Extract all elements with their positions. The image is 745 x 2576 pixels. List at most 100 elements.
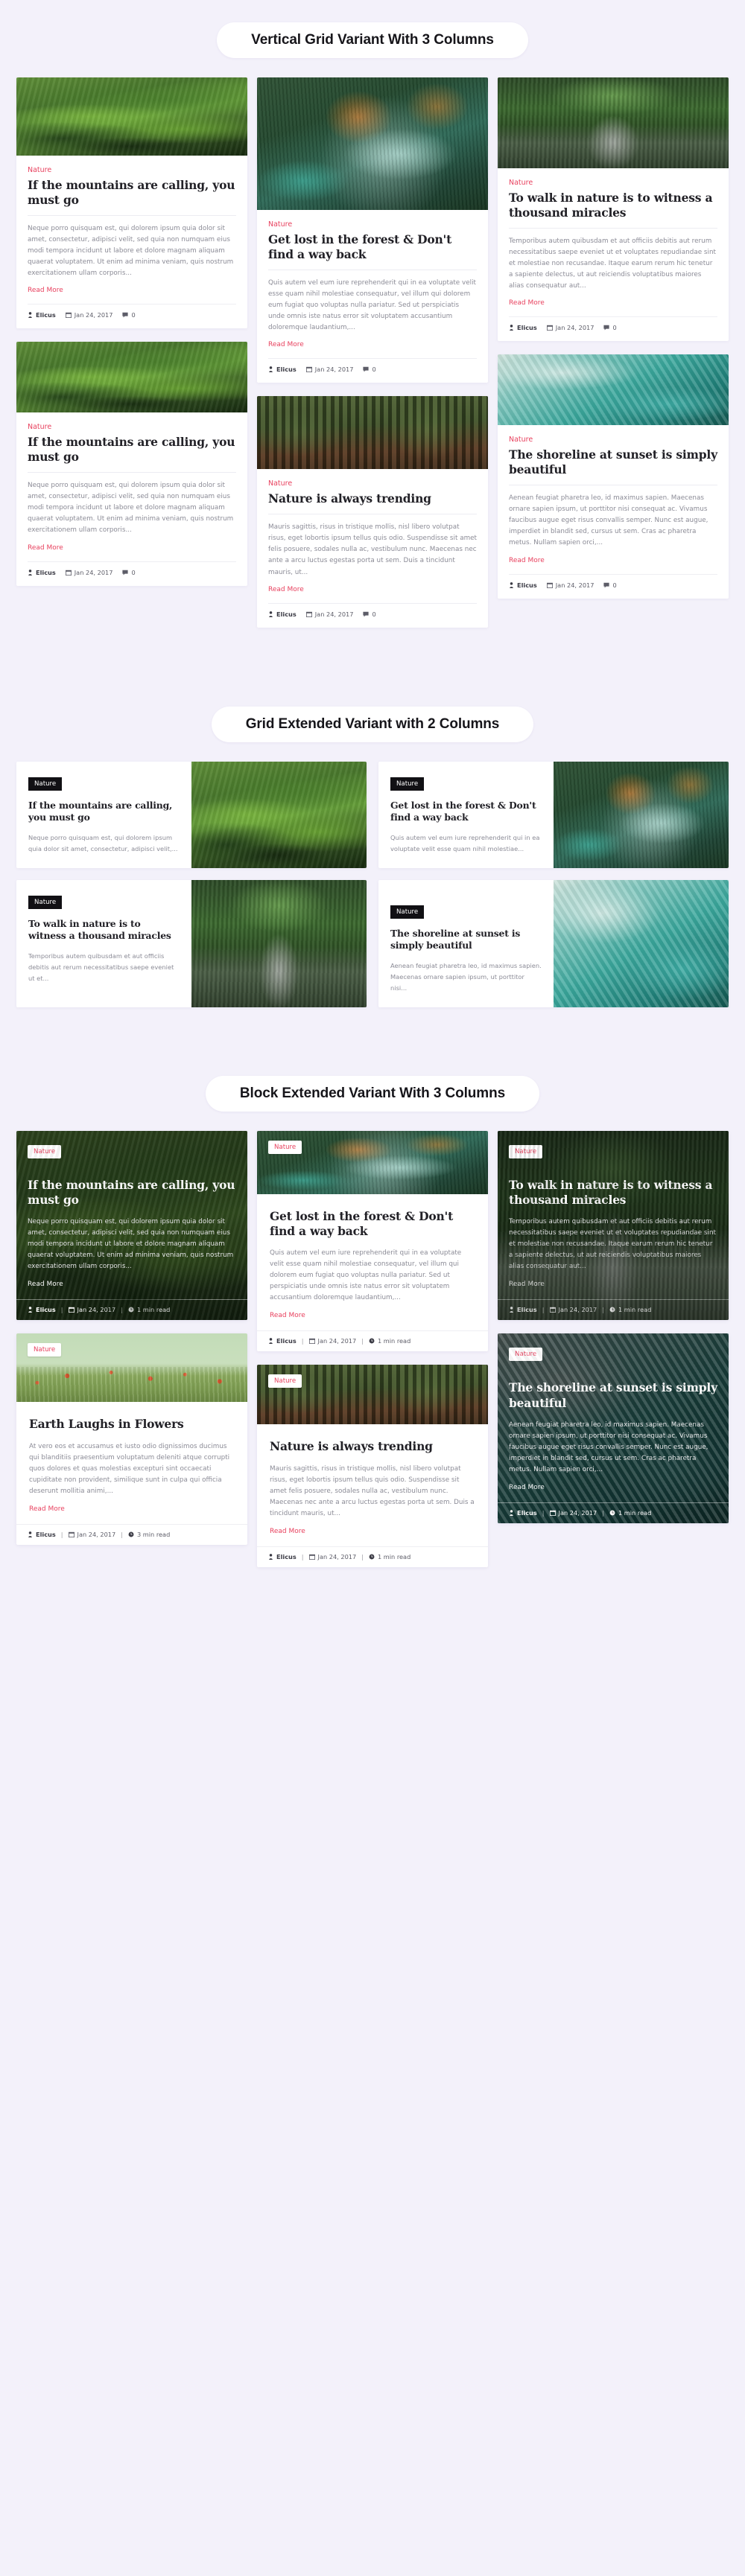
meta-author: Elicus (509, 1509, 537, 1517)
post-card[interactable]: Nature The shoreline at sunset is simply… (498, 354, 729, 599)
post-thumbnail-green-hills[interactable] (16, 77, 247, 156)
post-category-badge[interactable]: Nature (509, 1144, 543, 1158)
post-thumbnail-forest-lake[interactable]: Nature (257, 1130, 488, 1194)
read-more-link[interactable]: Read More (29, 1505, 65, 1513)
post-category-link[interactable]: Nature (28, 166, 236, 174)
post-excerpt: Temporibus autem quibusdam et aut offici… (509, 237, 716, 290)
title-divider (509, 227, 717, 229)
post-title[interactable]: Get lost in the forest & Don't find a wa… (390, 800, 542, 824)
post-card-block[interactable]: Nature The shoreline at sunset is simply… (498, 1333, 729, 1524)
calendar-icon (305, 611, 312, 617)
user-icon (28, 1531, 32, 1538)
post-thumbnail-green-hills[interactable] (191, 761, 367, 868)
section-heading-wrap: Block Extended Variant With 3 Columns (0, 1053, 745, 1131)
read-more-link[interactable]: Read More (270, 1312, 305, 1319)
post-category-badge[interactable]: Nature (268, 1140, 302, 1154)
post-title[interactable]: If the mountains are calling, you must g… (28, 1178, 236, 1208)
read-more-link[interactable]: Read More (268, 586, 304, 593)
meta-author: Elicus (268, 1553, 297, 1560)
post-title[interactable]: To walk in nature is to witness a thousa… (509, 1178, 717, 1208)
post-thumbnail-poppy-field[interactable]: Nature (16, 1333, 247, 1403)
clock-icon (369, 1338, 375, 1344)
post-title[interactable]: Get lost in the forest & Don't find a wa… (268, 232, 477, 262)
meta-date: Jan 24, 2017 (68, 1531, 115, 1538)
post-body: Nature To walk in nature is to witness a… (498, 1131, 729, 1300)
post-category-link[interactable]: Nature (509, 436, 717, 444)
post-card[interactable]: Nature Nature is always trending Mauris … (257, 396, 488, 628)
post-category-link[interactable]: Nature (28, 423, 236, 431)
post-card[interactable]: Nature To walk in nature is to witness a… (498, 77, 729, 342)
post-title[interactable]: Nature is always trending (270, 1439, 475, 1454)
post-title[interactable]: The shoreline at sunset is simply beauti… (509, 447, 717, 477)
post-title[interactable]: To walk in nature is to witness a thousa… (28, 918, 180, 943)
post-thumbnail-bridge[interactable] (498, 77, 729, 168)
post-card[interactable]: Nature If the mountains are calling, you… (16, 342, 247, 586)
read-more-link[interactable]: Read More (509, 1281, 545, 1288)
post-card[interactable]: Nature If the mountains are calling, you… (16, 77, 247, 329)
post-card-block[interactable]: Nature If the mountains are calling, you… (16, 1130, 247, 1321)
post-card-extended[interactable]: Nature If the mountains are calling, you… (16, 761, 367, 868)
post-category-badge[interactable]: Nature (390, 777, 425, 791)
image-overlay (498, 1130, 729, 1321)
read-more-link[interactable]: Read More (509, 299, 545, 307)
post-title[interactable]: The shoreline at sunset is simply beauti… (509, 1380, 717, 1410)
post-title[interactable]: If the mountains are calling, you must g… (28, 178, 236, 208)
post-category-link[interactable]: Nature (268, 220, 477, 229)
meta-author: Elicus (509, 581, 537, 589)
post-category-badge[interactable]: Nature (390, 905, 425, 919)
post-category-badge[interactable]: Nature (28, 1144, 62, 1158)
post-thumbnail-green-hills[interactable] (16, 342, 247, 413)
post-category-badge[interactable]: Nature (268, 1374, 302, 1389)
post-category-badge[interactable]: Nature (509, 1348, 543, 1362)
post-title[interactable]: The shoreline at sunset is simply beauti… (390, 928, 542, 952)
meta-date-text: Jan 24, 2017 (314, 366, 354, 374)
section-vertical-grid: Vertical Grid Variant With 3 Columns Nat… (0, 0, 745, 641)
meta-date: Jan 24, 2017 (308, 1553, 356, 1560)
meta-author-name: Elicus (517, 1509, 537, 1517)
meta-separator: | (60, 1531, 63, 1539)
post-thumbnail-bridge[interactable] (191, 879, 367, 1007)
post-thumbnail-woods[interactable]: Nature (257, 1365, 488, 1425)
meta-separator: | (301, 1337, 304, 1345)
meta-author: Elicus (509, 1306, 537, 1313)
post-title[interactable]: To walk in nature is to witness a thousa… (509, 191, 717, 220)
post-card[interactable]: Nature Get lost in the forest & Don't fi… (257, 77, 488, 383)
post-category-link[interactable]: Nature (509, 179, 717, 187)
post-thumbnail-forest-lake[interactable] (257, 77, 488, 210)
read-more-link[interactable]: Read More (268, 341, 304, 348)
post-category-link[interactable]: Nature (268, 479, 477, 488)
section-title-grid-extended: Grid Extended Variant with 2 Columns (211, 706, 534, 742)
post-category-badge[interactable]: Nature (28, 777, 63, 791)
post-thumbnail-shoreline[interactable] (498, 354, 729, 426)
post-thumbnail-woods[interactable] (257, 396, 488, 470)
read-more-link[interactable]: Read More (509, 1484, 545, 1491)
vertical-grid-masonry: Nature If the mountains are calling, you… (0, 77, 745, 641)
read-more-link[interactable]: Read More (28, 544, 63, 552)
post-meta: Elicus | Jan 24, 2017 | 3 min read (16, 1524, 247, 1545)
comment-icon (122, 570, 129, 575)
post-category-badge[interactable]: Nature (28, 895, 63, 909)
meta-date: Jan 24, 2017 (549, 1306, 597, 1313)
post-category-badge[interactable]: Nature (28, 1343, 62, 1357)
read-more-link[interactable]: Read More (270, 1528, 305, 1535)
post-card-block[interactable]: Nature Earth Laughs in Flowers At vero e… (16, 1333, 247, 1546)
post-title[interactable]: Get lost in the forest & Don't find a wa… (270, 1209, 475, 1239)
post-title[interactable]: Nature is always trending (268, 491, 477, 506)
read-more-link[interactable]: Read More (509, 557, 545, 564)
post-card-extended[interactable]: Nature Get lost in the forest & Don't fi… (378, 761, 729, 868)
post-card-block[interactable]: Nature To walk in nature is to witness a… (498, 1130, 729, 1321)
post-thumbnail-shoreline[interactable] (554, 879, 729, 1007)
user-icon (28, 312, 32, 319)
post-card-extended[interactable]: Nature To walk in nature is to witness a… (16, 879, 367, 1007)
post-thumbnail-forest-lake[interactable] (554, 761, 729, 868)
post-title[interactable]: If the mountains are calling, you must g… (28, 800, 180, 824)
read-more-link[interactable]: Read More (28, 1281, 63, 1288)
post-card-extended[interactable]: Nature The shoreline at sunset is simply… (378, 879, 729, 1007)
post-card-block[interactable]: Nature Get lost in the forest & Don't fi… (257, 1130, 488, 1352)
post-title[interactable]: If the mountains are calling, you must g… (28, 435, 236, 465)
post-card-block[interactable]: Nature Nature is always trending Mauris … (257, 1365, 488, 1568)
post-title[interactable]: Earth Laughs in Flowers (29, 1417, 235, 1432)
read-more-link[interactable]: Read More (28, 287, 63, 294)
meta-author: Elicus (509, 324, 537, 331)
post-excerpt: Temporibus autem quibusdam et aut offici… (509, 1217, 716, 1271)
